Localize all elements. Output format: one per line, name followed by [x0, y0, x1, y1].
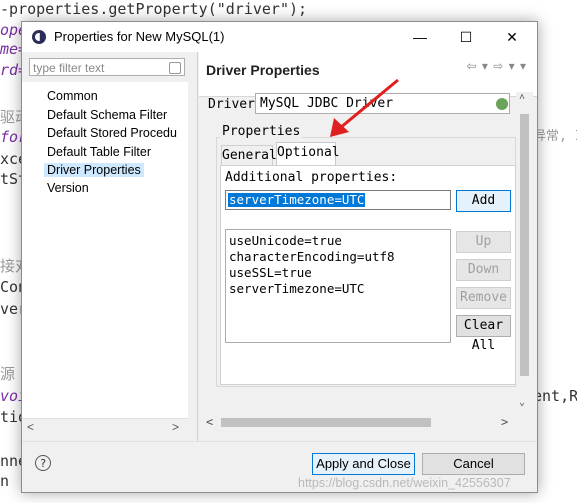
- arrow-head: [330, 118, 349, 137]
- annotation-arrow-icon: [330, 78, 399, 137]
- watermark: https://blog.csdn.net/weixin_42556307: [298, 476, 511, 490]
- arrow-shaft: [339, 78, 399, 130]
